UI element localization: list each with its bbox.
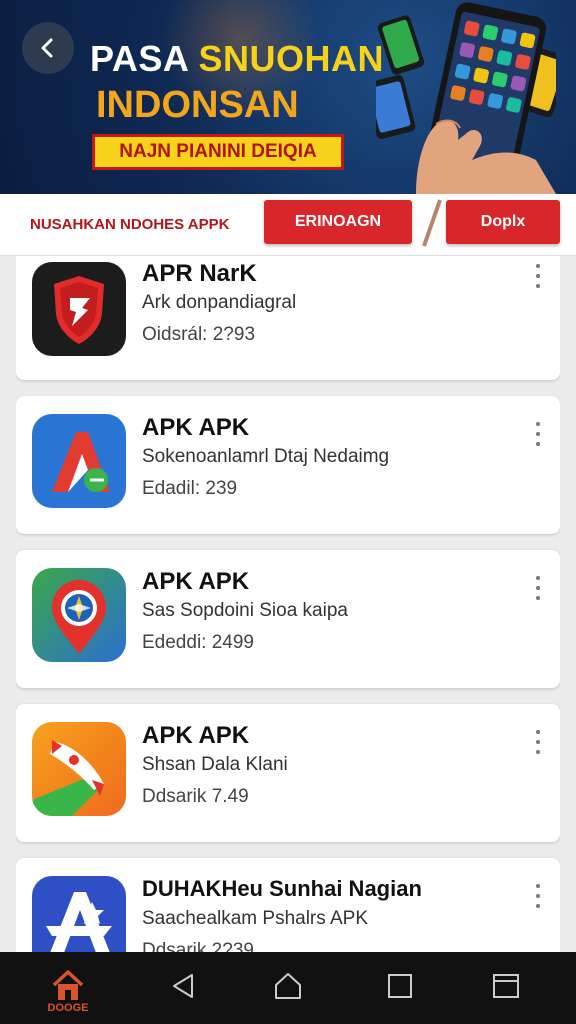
app-meta: Oidsrál: 2?93 — [142, 324, 256, 345]
more-options-icon[interactable] — [528, 880, 548, 912]
app-name: APK APK — [142, 414, 250, 441]
square-icon — [388, 974, 412, 998]
secondary-filter-button[interactable]: Doplx — [446, 200, 560, 244]
app-meta: Ddsarik 7.49 — [142, 786, 249, 807]
banner-title: PASA SNUOHAN — [90, 38, 384, 80]
home-icon — [52, 970, 84, 1000]
app-meta: Ddsarik 2?39 — [142, 940, 254, 952]
banner-pill: NAJN PIANINI DEIQIA — [92, 134, 344, 170]
app-name: APK APK — [142, 722, 250, 749]
banner-title-yellow: SNUOHAN — [198, 38, 385, 79]
divider-slash-icon — [422, 199, 442, 247]
primary-filter-button[interactable]: ERINOAGN — [264, 200, 412, 244]
a-logo-icon — [32, 414, 126, 508]
more-options-icon[interactable] — [528, 260, 548, 292]
house-outline-icon — [275, 973, 301, 999]
app-description: Sas Sopdoini Sioa kaipa — [142, 600, 348, 621]
list-item[interactable]: DUHAKHeu Sunhai Nagian Saachealkam Pshal… — [16, 858, 560, 952]
shield-icon — [32, 262, 126, 356]
list-item[interactable]: APK APK Sokenoanlamrl Dtaj Nedaimg Edadi… — [16, 396, 560, 534]
more-options-icon[interactable] — [528, 726, 548, 758]
app-description: Saachealkam Pshalrs APK — [142, 908, 369, 929]
filter-label: NUSAHKAN NDOHES APPK — [30, 216, 230, 233]
app-description: Ark donpandiagral — [142, 292, 297, 313]
promo-banner: PASA SNUOHAN INDONSAN NAJN PIANINI DEIQI… — [0, 0, 576, 194]
banner-subtitle: INDONSAN — [96, 84, 299, 126]
menu-button[interactable] — [486, 966, 526, 1006]
filter-bar: NUSAHKAN NDOHES APPK ERINOAGN Doplx — [0, 194, 576, 256]
home-nav-button[interactable] — [48, 966, 88, 1006]
recents-button[interactable] — [380, 966, 420, 1006]
home-nav-label: DOOGE — [47, 1002, 89, 1014]
app-list: APR NarK Ark donpandiagral Oidsrál: 2?93… — [16, 256, 560, 952]
hand-phone-illustration — [376, 2, 556, 194]
app-name: DUHAKHeu Sunhai Nagian — [142, 876, 422, 901]
back-nav-button[interactable] — [164, 966, 204, 1006]
bottom-navigation: DOOGE — [0, 952, 576, 1024]
chevron-left-icon — [41, 38, 53, 58]
back-button[interactable] — [22, 22, 74, 74]
app-description: Shsan Dala Klani — [142, 754, 288, 775]
triangle-back-icon — [173, 974, 193, 998]
app-meta: Edadil: 239 — [142, 478, 238, 499]
more-options-icon[interactable] — [528, 418, 548, 450]
app-name: APR NarK — [142, 260, 257, 287]
stacked-windows-icon — [493, 974, 519, 998]
more-options-icon[interactable] — [528, 572, 548, 604]
banner-title-white: PASA — [90, 38, 189, 79]
a-star-icon — [32, 876, 126, 952]
list-item[interactable]: APR NarK Ark donpandiagral Oidsrál: 2?93 — [16, 256, 560, 380]
app-description: Sokenoanlamrl Dtaj Nedaimg — [142, 446, 390, 467]
app-name: APK APK — [142, 568, 250, 595]
list-item[interactable]: APK APK Shsan Dala Klani Ddsarik 7.49 — [16, 704, 560, 842]
rocket-icon — [32, 722, 126, 816]
list-item[interactable]: APK APK Sas Sopdoini Sioa kaipa Ededdi: … — [16, 550, 560, 688]
compass-pin-icon — [32, 568, 126, 662]
home-system-button[interactable] — [268, 966, 308, 1006]
app-meta: Ededdi: 2499 — [142, 632, 254, 653]
